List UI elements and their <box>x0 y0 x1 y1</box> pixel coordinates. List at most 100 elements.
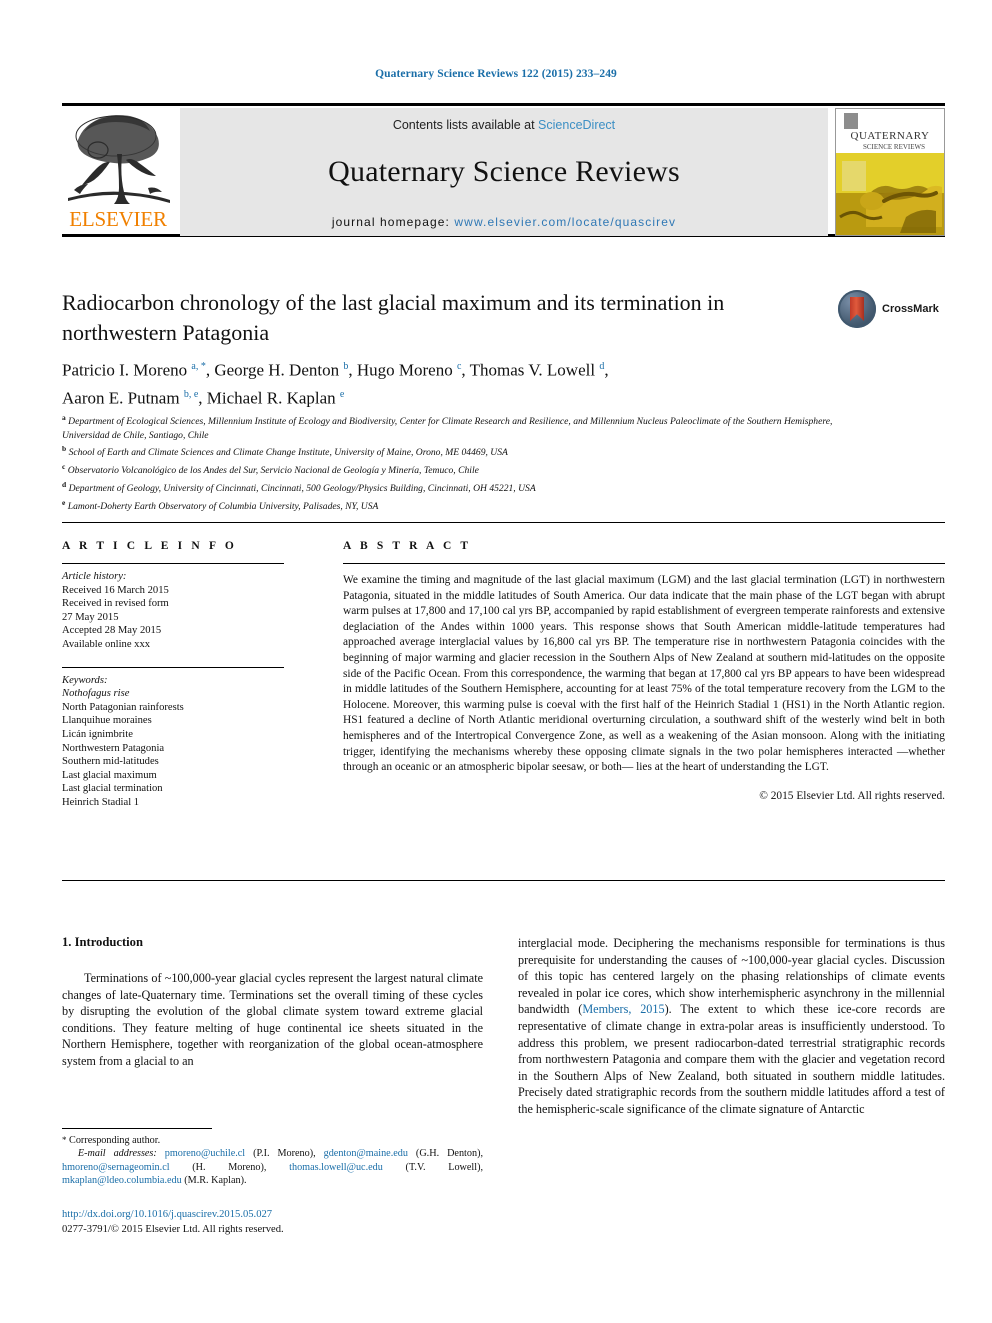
abstract-column: A B S T R A C T We examine the timing an… <box>343 540 945 802</box>
intro-left-column: 1. Introduction Terminations of ~100,000… <box>62 935 483 1070</box>
affil-marker-be: b, e <box>183 388 199 400</box>
email-link[interactable]: hmoreno@sernageomin.cl <box>62 1162 170 1173</box>
email-owner: (M.R. Kaplan). <box>184 1175 247 1187</box>
history-line: Accepted 28 May 2015 <box>62 625 162 637</box>
abstract-rule <box>343 563 945 564</box>
affiliation-marker: b <box>62 444 67 454</box>
cover-art: QUATERNARY SCIENCE REVIEWS <box>836 109 944 235</box>
email-label: E-mail addresses: <box>77 1148 157 1160</box>
keyword-item: Northwestern Patagonia <box>62 742 165 754</box>
paper-page: Quaternary Science Reviews 122 (2015) 23… <box>0 0 992 1323</box>
email-owner: (H. Moreno), <box>192 1161 267 1173</box>
email-owner: (P.I. Moreno), <box>253 1148 316 1160</box>
elsevier-logo: ELSEVIER <box>64 110 172 232</box>
journal-masthead: ELSEVIER Contents lists available at Sci… <box>62 103 945 237</box>
intro-paragraph-left: Terminations of ~100,000-year glacial cy… <box>62 971 483 1068</box>
history-line: Received 16 March 2015 <box>62 584 169 596</box>
history-line: Available online xxx <box>62 638 151 650</box>
affiliation-item: a Department of Ecological Sciences, Mil… <box>62 411 882 442</box>
footnote-rule <box>62 1128 212 1129</box>
elsevier-wordmark: ELSEVIER <box>69 207 167 231</box>
article-history-label: Article history: <box>62 571 127 582</box>
section-heading-introduction: 1. Introduction <box>62 935 143 949</box>
corresponding-author-note: * Corresponding author. <box>62 1134 483 1147</box>
crossmark-badge[interactable]: CrossMark <box>838 290 948 330</box>
keyword-item: Last glacial termination <box>62 783 163 795</box>
journal-title: Quaternary Science Reviews <box>328 155 680 188</box>
email-note: E-mail addresses: pmoreno@uchile.cl (P.I… <box>62 1147 483 1187</box>
contents-available-line: Contents lists available at ScienceDirec… <box>180 108 828 132</box>
affiliation-text: Department of Geology, University of Cin… <box>68 483 536 495</box>
article-history-block: Article history: Received 16 March 2015 … <box>62 570 284 652</box>
homepage-label: journal homepage: <box>331 215 455 229</box>
keyword-item: Last glacial maximum <box>62 769 157 781</box>
email-link[interactable]: gdenton@maine.edu <box>324 1148 408 1159</box>
keywords-label: Keywords: <box>62 674 108 686</box>
affil-marker-d: d <box>599 361 605 372</box>
keyword-item: Nothofagus rise <box>62 687 284 701</box>
issn-copyright: 0277-3791/© 2015 Elsevier Ltd. All right… <box>62 1223 284 1235</box>
keyword-item: Heinrich Stadial 1 <box>62 796 140 808</box>
affiliation-marker: c <box>62 462 66 472</box>
doi-link[interactable]: http://dx.doi.org/10.1016/j.quascirev.20… <box>62 1208 492 1223</box>
homepage-url[interactable]: www.elsevier.com/locate/quascirev <box>454 215 676 229</box>
svg-text:SCIENCE REVIEWS: SCIENCE REVIEWS <box>863 143 925 151</box>
abstract-heading: A B S T R A C T <box>343 540 472 552</box>
journal-cover-thumbnail: QUATERNARY SCIENCE REVIEWS <box>835 108 945 236</box>
affiliation-item: d Department of Geology, University of C… <box>62 478 882 496</box>
crossmark-label: CrossMark <box>882 303 939 315</box>
keyword-item: North Patagonian rainforests <box>62 701 184 713</box>
email-owner: (G.H. Denton), <box>415 1148 484 1160</box>
corresponding-marker: , * <box>195 361 206 372</box>
affil-marker-e: e <box>339 388 345 400</box>
affiliation-list: a Department of Ecological Sciences, Mil… <box>62 411 882 514</box>
affiliation-text: School of Earth and Climate Sciences and… <box>68 447 508 459</box>
asterisk-icon: * <box>62 1135 67 1145</box>
affiliation-marker: e <box>62 497 66 507</box>
crossmark-icon <box>838 290 876 328</box>
info-section-top-rule <box>62 522 945 523</box>
citation-link-members-2015[interactable]: Members, 2015 <box>582 1002 664 1016</box>
affiliation-text: Lamont-Doherty Earth Observatory of Colu… <box>67 500 379 512</box>
keyword-text: Nothofagus rise <box>62 688 130 700</box>
email-owner: (T.V. Lowell), <box>405 1161 484 1173</box>
running-head: Quaternary Science Reviews 122 (2015) 23… <box>375 68 617 80</box>
abstract-text: We examine the timing and magnitude of t… <box>343 574 945 774</box>
keyword-item: Licán ignimbrite <box>62 728 133 740</box>
email-link[interactable]: mkaplan@ldeo.columbia.edu <box>62 1175 182 1186</box>
elsevier-tree-icon <box>68 114 170 204</box>
keywords-rule <box>62 666 284 668</box>
affiliation-item: c Observatorio Volcanológico de los Ande… <box>62 460 882 478</box>
keyword-item: Llanquihue moraines <box>62 715 152 727</box>
svg-text:QUATERNARY: QUATERNARY <box>851 130 930 142</box>
keywords-block: Keywords: Nothofagus rise North Patagoni… <box>62 674 284 810</box>
masthead-band: Contents lists available at ScienceDirec… <box>180 108 828 236</box>
article-info-heading: A R T I C L E I N F O <box>62 540 237 552</box>
history-line: 27 May 2015 <box>62 611 119 623</box>
article-info-column: A R T I C L E I N F O Article history: R… <box>62 540 284 810</box>
history-line: Received in revised form <box>62 598 169 610</box>
affil-marker-c: c <box>456 361 462 372</box>
affiliation-marker: d <box>62 479 67 489</box>
affiliation-marker: a <box>62 413 66 422</box>
article-info-rule <box>62 563 284 564</box>
intro-paragraph-right: interglacial mode. Deciphering the mecha… <box>518 935 945 1118</box>
corresponding-author-text: Corresponding author. <box>69 1135 161 1146</box>
email-link[interactable]: pmoreno@uchile.cl <box>165 1148 245 1159</box>
author-list: Patricio I. Moreno a, *, George H. Dento… <box>62 360 609 408</box>
email-link[interactable]: thomas.lowell@uc.edu <box>289 1162 383 1173</box>
sciencedirect-link[interactable]: ScienceDirect <box>538 118 615 132</box>
journal-homepage-line: journal homepage: www.elsevier.com/locat… <box>180 215 828 229</box>
intro-right-part2: ). The extent to which these ice-core re… <box>518 1002 945 1116</box>
intro-right-column: interglacial mode. Deciphering the mecha… <box>518 935 945 1118</box>
contents-prefix: Contents lists available at <box>392 118 539 132</box>
affiliation-item: e Lamont-Doherty Earth Observatory of Co… <box>62 496 882 514</box>
keyword-item: Southern mid-latitudes <box>62 756 159 768</box>
affiliation-item: b School of Earth and Climate Sciences a… <box>62 442 882 460</box>
abstract-copyright: © 2015 Elsevier Ltd. All rights reserved… <box>759 789 945 802</box>
page-title: Radiocarbon chronology of the last glaci… <box>62 290 725 345</box>
affil-marker-b: b <box>343 361 349 372</box>
footnote-block: * Corresponding author. E-mail addresses… <box>62 1128 483 1188</box>
affiliation-text: Observatorio Volcanológico de los Andes … <box>67 465 479 477</box>
affiliation-text: Department of Ecological Sciences, Mille… <box>62 416 833 441</box>
